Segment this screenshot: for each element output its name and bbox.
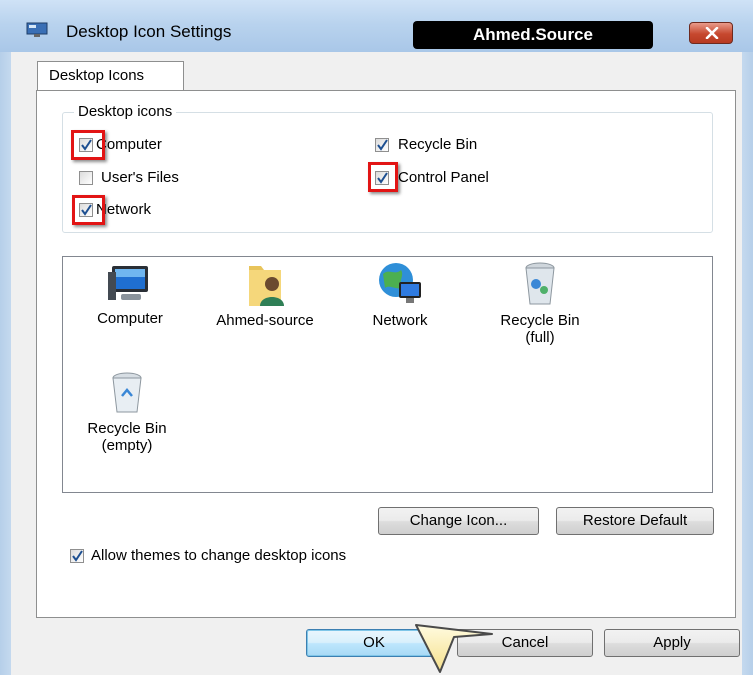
allow-themes-label[interactable]: Allow themes to change desktop icons	[91, 547, 346, 564]
icon-label: Computer	[97, 310, 163, 327]
computer-icon	[108, 266, 148, 300]
highlight-box-network	[72, 195, 105, 225]
watermark-label: Ahmed.Source	[413, 21, 653, 49]
icon-label-line2: (full)	[525, 329, 555, 346]
restore-default-button[interactable]: Restore Default	[556, 507, 714, 535]
pointer-arrow-icon	[415, 624, 493, 673]
users-files-checkbox[interactable]	[79, 171, 93, 185]
icon-label-line2: (empty)	[101, 437, 153, 454]
users-files-checkbox-label[interactable]: User's Files	[101, 169, 179, 186]
allow-themes-checkbox[interactable]	[70, 549, 84, 563]
icon-label-line1: Recycle Bin	[500, 312, 580, 329]
icon-item-recycle-bin-full[interactable]: Recycle Bin (full)	[480, 260, 600, 346]
title-bar: Desktop Icon Settings Ahmed.Source	[0, 0, 753, 52]
user-folder-icon	[249, 266, 284, 306]
highlight-box-control-panel	[368, 162, 398, 192]
desktop-settings-icon	[26, 22, 48, 37]
icon-item-computer[interactable]: Computer	[80, 262, 180, 327]
change-icon-button[interactable]: Change Icon...	[378, 507, 539, 535]
check-icon	[377, 139, 388, 151]
highlight-box-computer	[71, 130, 105, 160]
computer-checkbox-label[interactable]: Computer	[96, 136, 162, 153]
group-title: Desktop icons	[74, 103, 177, 120]
icon-item-user-folder[interactable]: Ahmed-source	[200, 262, 330, 329]
tab-desktop-icons[interactable]: Desktop Icons	[37, 61, 184, 91]
icon-label: Ahmed-source	[216, 312, 314, 329]
icon-item-recycle-bin-empty[interactable]: Recycle Bin (empty)	[72, 370, 182, 454]
apply-button[interactable]: Apply	[604, 629, 740, 657]
close-button[interactable]	[689, 22, 733, 44]
window-title: Desktop Icon Settings	[66, 22, 232, 41]
recycle-bin-empty-icon	[112, 372, 142, 413]
recycle-bin-full-icon	[525, 262, 555, 305]
network-globe-icon	[379, 263, 421, 303]
icon-label-line1: Recycle Bin	[87, 420, 167, 437]
check-icon	[72, 550, 83, 562]
close-icon	[705, 27, 719, 39]
recycle-bin-checkbox-label[interactable]: Recycle Bin	[398, 136, 477, 153]
icon-label: Network	[372, 312, 428, 329]
control-panel-checkbox-label[interactable]: Control Panel	[398, 169, 489, 186]
icon-item-network[interactable]: Network	[355, 260, 445, 329]
recycle-bin-checkbox[interactable]	[375, 138, 389, 152]
